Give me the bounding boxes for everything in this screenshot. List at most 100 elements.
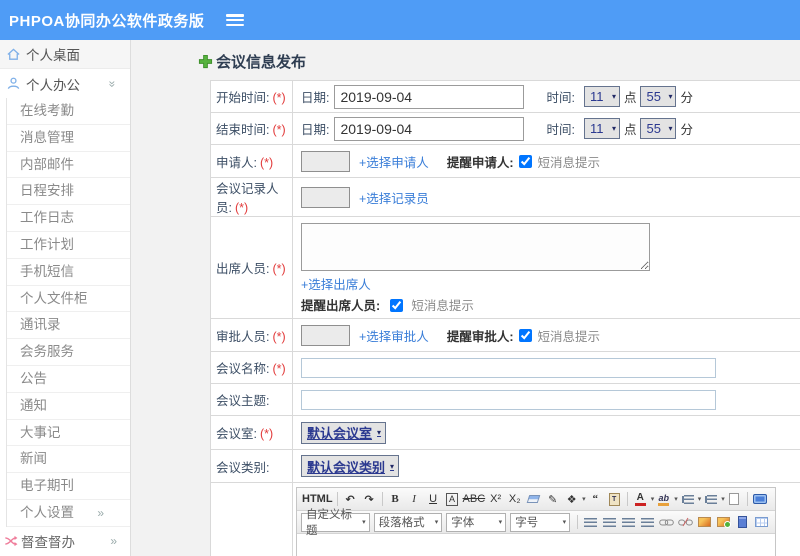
paragraph-format-select[interactable]: 段落格式 ▾ xyxy=(373,512,443,532)
new-page-button[interactable] xyxy=(726,490,743,508)
media-icon xyxy=(738,516,748,528)
insert-image-button[interactable] xyxy=(696,513,713,531)
font-color-button[interactable]: A xyxy=(632,490,649,508)
approver-input[interactable] xyxy=(301,324,350,346)
sidebar-item-file-cabinet[interactable]: 个人文件柜 xyxy=(7,286,130,313)
align-right-button[interactable] xyxy=(620,513,637,531)
dropdown-arrow-icon[interactable]: ▾ xyxy=(721,495,725,503)
dropdown-arrow-icon[interactable]: ▾ xyxy=(651,495,655,503)
applicant-input[interactable] xyxy=(301,150,350,172)
start-minute-select[interactable]: 55 ▾ xyxy=(640,86,677,107)
fullscreen-button[interactable] xyxy=(752,490,769,508)
sidebar-item-personal-settings[interactable]: 个人设置 » xyxy=(7,500,130,527)
pick-applicant-link[interactable]: +选择申请人 xyxy=(359,152,429,171)
dropdown-arrow-icon[interactable]: ▾ xyxy=(582,495,586,503)
meeting-name-input[interactable] xyxy=(301,357,716,378)
remove-format-button[interactable] xyxy=(525,490,542,508)
blockquote-button[interactable]: “ xyxy=(587,490,604,508)
recorder-input[interactable] xyxy=(301,186,350,208)
sidebar-item-schedule[interactable]: 日程安排 xyxy=(7,178,130,206)
attendees-textarea[interactable] xyxy=(301,223,650,271)
dropdown-arrow-icon: ▾ xyxy=(562,519,567,526)
align-center-icon xyxy=(603,517,617,527)
superscript-button[interactable]: X² xyxy=(487,490,504,508)
attendees-sms-checkbox[interactable] xyxy=(389,299,403,312)
required-mark: (*) xyxy=(259,155,274,170)
format-painter-button[interactable]: ✎ xyxy=(544,490,561,508)
sidebar-item-desktop[interactable]: 个人桌面 xyxy=(0,40,130,69)
sidebar-item-messages[interactable]: 消息管理 xyxy=(7,125,130,152)
paste-text-button[interactable]: T xyxy=(606,490,623,508)
unlink-button[interactable] xyxy=(677,513,694,531)
dropdown-arrow-icon[interactable]: ▾ xyxy=(698,495,702,503)
underline-button[interactable]: U xyxy=(425,490,442,508)
align-center-button[interactable] xyxy=(601,513,618,531)
sidebar-item-news[interactable]: 新闻 xyxy=(7,446,130,474)
sidebar-item-office[interactable]: 个人办公 » xyxy=(0,69,130,98)
meeting-category-select[interactable]: 默认会议类别 ▾ xyxy=(301,455,400,477)
insert-link-button[interactable] xyxy=(658,513,675,531)
sms-hint-label: 短消息提示 xyxy=(537,155,600,170)
font-family-select[interactable]: 字体 ▾ xyxy=(446,512,507,532)
dropdown-arrow-icon[interactable]: ▾ xyxy=(674,495,678,503)
time-label: 时间: xyxy=(546,123,575,137)
approver-sms-checkbox[interactable] xyxy=(519,328,533,342)
char-border-button[interactable]: A xyxy=(446,492,459,506)
pick-recorder-link[interactable]: +选择记录员 xyxy=(359,188,429,207)
meeting-subject-label: 会议主题: xyxy=(216,394,270,408)
meeting-category-label: 会议类别: xyxy=(216,460,270,475)
required-mark: (*) xyxy=(234,201,249,215)
applicant-sms-checkbox[interactable] xyxy=(519,154,533,168)
editor-content-area[interactable] xyxy=(297,534,775,556)
highlight-color-button[interactable]: ab xyxy=(655,490,672,508)
ordered-list-icon xyxy=(683,494,694,504)
strikethrough-button[interactable]: ABC xyxy=(463,490,486,508)
sidebar-item-attendance[interactable]: 在线考勤 xyxy=(7,98,130,125)
unordered-list-button[interactable] xyxy=(702,490,719,508)
paint-format-button[interactable]: ❖ xyxy=(563,490,580,508)
shuffle-icon xyxy=(5,535,18,546)
sidebar-item-conference-services[interactable]: 会务服务 xyxy=(7,339,130,366)
upload-image-button[interactable] xyxy=(715,513,732,531)
sidebar-item-events[interactable]: 大事记 xyxy=(7,420,130,447)
sidebar-item-announcements[interactable]: 公告 xyxy=(7,366,130,393)
italic-button[interactable]: I xyxy=(406,490,423,508)
redo-icon[interactable]: ↷ xyxy=(361,490,378,508)
table-icon xyxy=(755,517,769,527)
end-minute-select[interactable]: 55 ▾ xyxy=(640,118,677,139)
end-date-input[interactable] xyxy=(334,116,525,141)
heading-style-select[interactable]: 自定义标题 ▾ xyxy=(301,509,370,537)
meeting-room-select[interactable]: 默认会议室 ▾ xyxy=(301,421,387,444)
end-time-label: 结束时间: xyxy=(216,123,270,137)
bold-button[interactable]: B xyxy=(387,490,404,508)
start-hour-select[interactable]: 11 ▾ xyxy=(583,86,620,107)
start-date-input[interactable] xyxy=(334,84,525,109)
sidebar-item-sms[interactable]: 手机短信 xyxy=(7,259,130,286)
subscript-button[interactable]: X₂ xyxy=(506,490,523,508)
sidebar-item-contacts[interactable]: 通讯录 xyxy=(7,312,130,340)
insert-table-button[interactable] xyxy=(753,513,770,531)
row-end-time: 结束时间:(*) 日期: 时间: 11▾ 点 55▾ 分 xyxy=(210,112,800,145)
sidebar-item-internal-mail[interactable]: 内部邮件 xyxy=(7,152,130,179)
sidebar-item-notices[interactable]: 通知 xyxy=(7,393,130,420)
justify-button[interactable] xyxy=(639,513,656,531)
pick-attendee-link[interactable]: +选择出席人 xyxy=(301,278,371,292)
sidebar-item-work-log[interactable]: 工作日志 xyxy=(7,205,130,232)
time-label: 时间: xyxy=(546,91,575,105)
font-size-select[interactable]: 字号 ▾ xyxy=(510,512,571,532)
row-recorder: 会议记录人员: (*) +选择记录员 xyxy=(210,177,800,217)
end-hour-select[interactable]: 11 ▾ xyxy=(583,118,620,139)
sidebar-item-work-plan[interactable]: 工作计划 xyxy=(7,232,130,259)
ordered-list-button[interactable] xyxy=(679,490,696,508)
insert-media-button[interactable] xyxy=(734,513,751,531)
align-left-button[interactable] xyxy=(582,513,599,531)
pick-approver-link[interactable]: +选择审批人 xyxy=(359,326,429,345)
sidebar-item-e-journal[interactable]: 电子期刊 xyxy=(7,473,130,500)
date-label: 日期: xyxy=(301,91,330,105)
sms-hint-label: 短消息提示 xyxy=(537,329,600,344)
meeting-subject-input[interactable] xyxy=(301,389,716,410)
remind-attendees-label: 提醒出席人员: xyxy=(301,299,381,313)
menu-icon[interactable] xyxy=(226,14,245,26)
dropdown-arrow-icon: ▾ xyxy=(434,519,439,526)
sidebar-item-supervision[interactable]: 督查督办 » xyxy=(0,527,130,555)
